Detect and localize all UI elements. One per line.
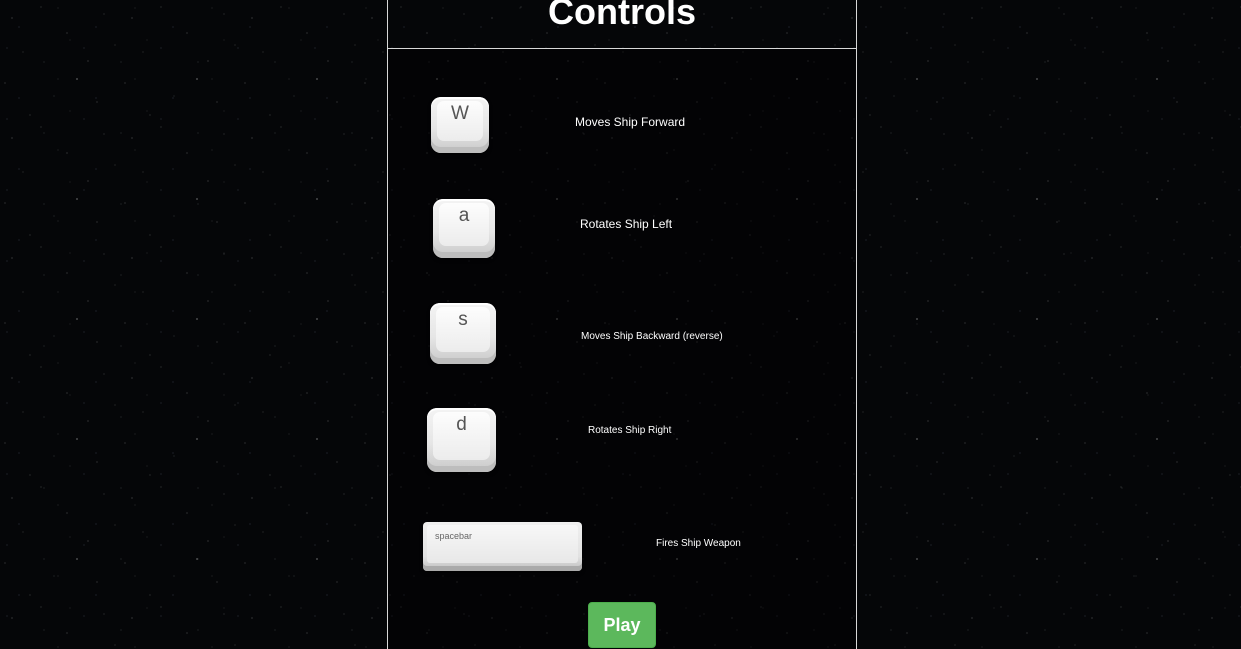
d-key-icon: d (427, 408, 496, 472)
spacebar-key-icon: spacebar (423, 522, 582, 571)
control-description-d: Rotates Ship Right (588, 425, 672, 436)
control-description-a: Rotates Ship Left (580, 217, 673, 231)
s-key-icon: s (430, 303, 496, 364)
control-description-spacebar: Fires Ship Weapon (656, 538, 741, 549)
controls-panel: Controls W Moves Ship Forward a Rotates … (387, 0, 857, 649)
play-button[interactable]: Play (588, 602, 656, 648)
w-key-icon: W (431, 97, 489, 153)
controls-list: W Moves Ship Forward a Rotates Ship Left… (388, 49, 856, 649)
page-title: Controls (548, 0, 696, 32)
control-description-s: Moves Ship Backward (reverse) (581, 331, 723, 342)
panel-header: Controls (388, 0, 856, 49)
a-key-icon: a (433, 199, 495, 258)
control-description-w: Moves Ship Forward (575, 115, 686, 129)
